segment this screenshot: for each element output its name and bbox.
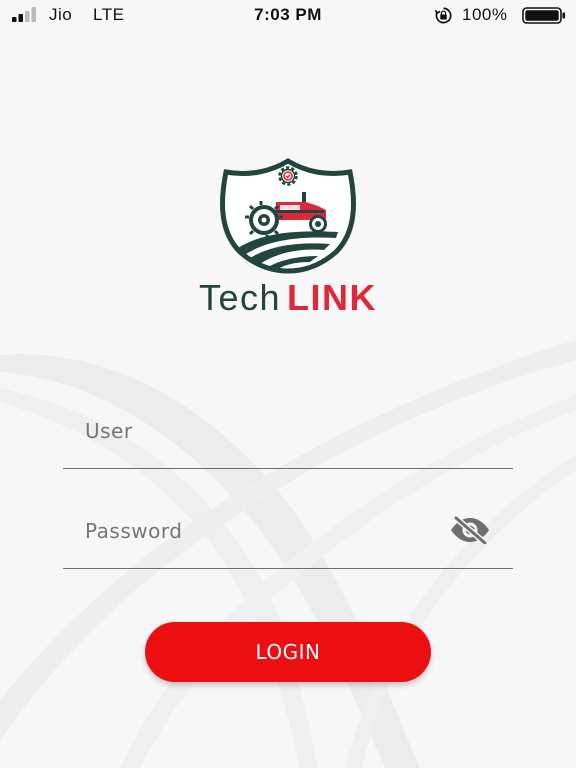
battery-percentage: 100% <box>462 5 508 24</box>
battery-full-icon <box>522 7 566 24</box>
eye-off-icon[interactable] <box>449 516 491 544</box>
brand-name-part1: Tech <box>198 277 282 318</box>
login-button[interactable]: LOGIN <box>145 622 431 682</box>
brand-wordmark: Tech LINK <box>0 276 576 320</box>
user-field-container <box>63 408 513 469</box>
brand-name-part2: LINK <box>287 277 378 318</box>
user-input[interactable] <box>85 414 445 448</box>
tractor-shield-logo <box>220 158 356 274</box>
status-bar: Jio LTE 7:03 PM 100% <box>0 0 576 30</box>
password-field-container <box>63 508 513 569</box>
password-input[interactable] <box>85 514 445 548</box>
rotation-lock-icon <box>434 7 452 24</box>
